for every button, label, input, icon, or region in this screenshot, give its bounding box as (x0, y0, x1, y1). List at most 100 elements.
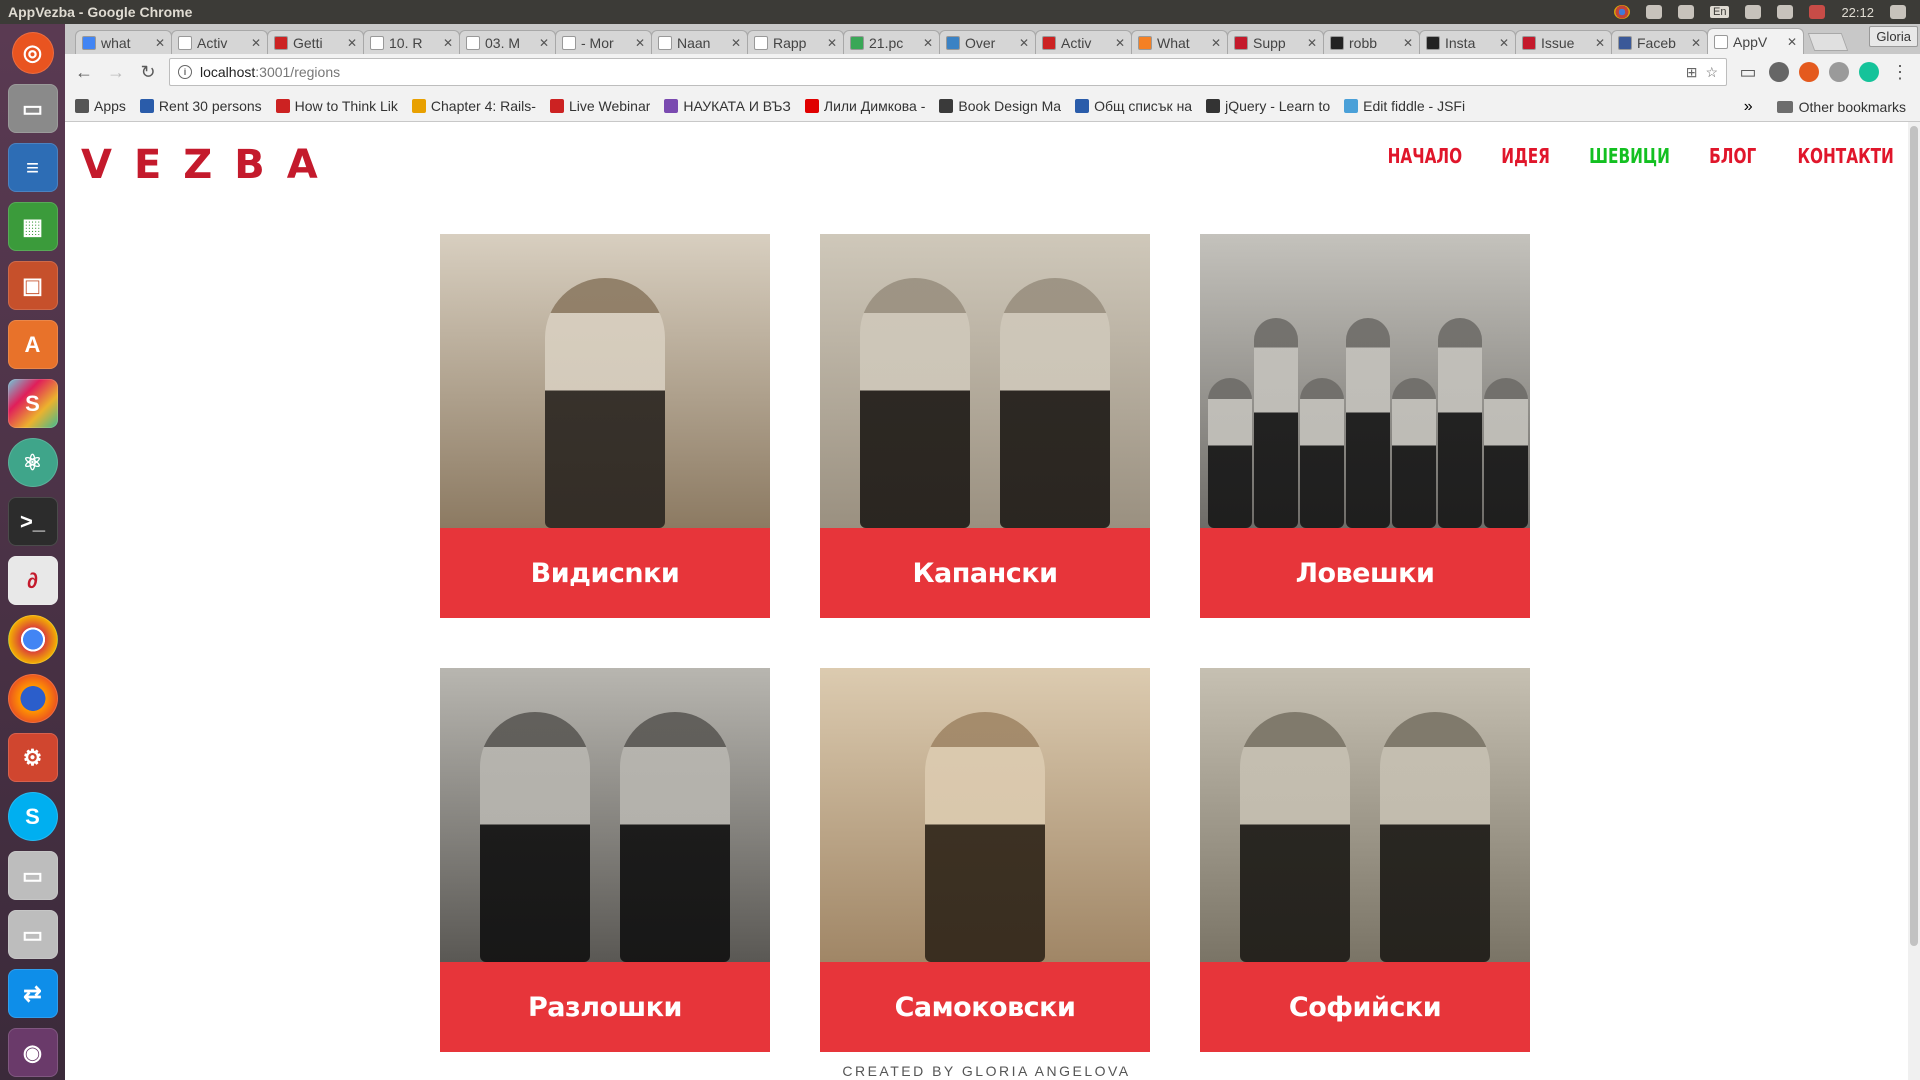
browser-tab[interactable]: Supp ✕ (1227, 30, 1324, 54)
address-bar[interactable]: i localhost:3001/regions ⊞ ☆ (169, 58, 1727, 86)
clock[interactable]: 22:12 (1841, 5, 1874, 20)
tab-close-icon[interactable]: ✕ (1691, 36, 1701, 50)
bookmark-item[interactable]: Live Webinar (549, 98, 650, 114)
nav-link[interactable]: НАЧАЛО (1388, 144, 1463, 168)
bookmark-item[interactable]: Apps (75, 98, 126, 114)
tab-close-icon[interactable]: ✕ (1595, 36, 1605, 50)
battery-icon[interactable] (1777, 5, 1794, 19)
tab-close-icon[interactable]: ✕ (1211, 36, 1221, 50)
tab-close-icon[interactable]: ✕ (1499, 36, 1509, 50)
tab-close-icon[interactable]: ✕ (1307, 36, 1317, 50)
scrollbar-thumb[interactable] (1910, 126, 1918, 946)
slack-icon[interactable]: S (7, 379, 58, 428)
other-bookmarks[interactable]: Other bookmarks (1799, 99, 1906, 115)
ubuntu-dash-icon[interactable]: ◎ (11, 32, 54, 74)
region-photo[interactable] (1200, 234, 1530, 528)
bluetooth-icon[interactable] (1745, 5, 1762, 19)
bookmark-item[interactable]: Общ списък на (1075, 98, 1192, 114)
bookmark-star-icon[interactable]: ☆ (1705, 64, 1718, 81)
keyboard-layout-indicator[interactable]: En (1709, 6, 1730, 18)
tab-close-icon[interactable]: ✕ (635, 36, 645, 50)
teamviewer-icon[interactable]: ⇄ (7, 969, 58, 1018)
tab-close-icon[interactable]: ✕ (827, 36, 837, 50)
reload-icon[interactable]: ↻ (137, 61, 159, 83)
browser-tab[interactable]: Activ ✕ (171, 30, 268, 54)
tab-close-icon[interactable]: ✕ (155, 36, 165, 50)
region-label[interactable]: Капански (820, 528, 1150, 618)
tab-close-icon[interactable]: ✕ (251, 36, 261, 50)
browser-tab[interactable]: Insta ✕ (1419, 30, 1516, 54)
region-photo[interactable] (440, 668, 770, 962)
tab-close-icon[interactable]: ✕ (347, 36, 357, 50)
menu-kebab-icon[interactable]: ⋮ (1889, 61, 1911, 83)
nav-link[interactable]: БЛОГ (1709, 144, 1756, 168)
region-photo[interactable] (1200, 668, 1530, 962)
nav-link[interactable]: КОНТАКТИ (1797, 144, 1893, 168)
extension-fire-icon[interactable] (1799, 62, 1819, 82)
drive-icon[interactable]: ▭ (7, 851, 58, 900)
bookmark-item[interactable]: Rent 30 persons (139, 98, 262, 114)
terminal-icon[interactable]: >_ (7, 497, 58, 546)
info-icon[interactable]: i (178, 65, 192, 79)
region-label[interactable]: Самоковски (820, 962, 1150, 1052)
browser-tab[interactable]: - Mor ✕ (555, 30, 652, 54)
region-card[interactable]: Ловешки (1200, 234, 1530, 618)
extension-globe-icon[interactable] (1829, 62, 1849, 82)
tab-close-icon[interactable]: ✕ (1115, 36, 1125, 50)
bookmarks-overflow-chevron-icon[interactable]: » (1744, 98, 1753, 116)
browser-tab[interactable]: AppV ✕ (1707, 28, 1804, 54)
back-arrow-icon[interactable]: ← (73, 61, 95, 83)
browser-tab[interactable]: Activ ✕ (1035, 30, 1132, 54)
system-settings-icon[interactable]: ⚙ (7, 733, 58, 782)
chrome-tray-icon[interactable] (1613, 5, 1630, 19)
extension-pen-icon[interactable] (1769, 62, 1789, 82)
region-photo[interactable] (820, 668, 1150, 962)
file-manager-icon[interactable]: ▭ (7, 84, 58, 133)
software-center-icon[interactable]: A (7, 320, 58, 369)
bookmark-item[interactable]: Book Design Ma (939, 98, 1061, 114)
bookmark-item[interactable]: НАУКАТА И ВЪЗ (664, 98, 791, 114)
region-label[interactable]: Разлошки (440, 962, 770, 1052)
mute-icon[interactable] (1809, 5, 1826, 19)
browser-tab[interactable]: Faceb ✕ (1611, 30, 1708, 54)
grammarly-icon[interactable] (1859, 62, 1879, 82)
evince-icon[interactable]: ∂ (7, 556, 58, 605)
browser-tab[interactable]: Issue ✕ (1515, 30, 1612, 54)
nav-link[interactable]: ИДЕЯ (1501, 144, 1550, 168)
tab-close-icon[interactable]: ✕ (923, 36, 933, 50)
profile-button[interactable]: Gloria (1869, 26, 1918, 47)
bookmark-item[interactable]: How to Think Lik (275, 98, 398, 114)
settings-tray-icon[interactable] (1645, 5, 1662, 19)
drive-icon-2[interactable]: ▭ (7, 910, 58, 959)
browser-tab[interactable]: Getti ✕ (267, 30, 364, 54)
browser-tab[interactable]: robb ✕ (1323, 30, 1420, 54)
calc-icon[interactable]: ▦ (7, 202, 58, 251)
page-scrollbar[interactable] (1908, 122, 1920, 1080)
browser-tab[interactable]: Over ✕ (939, 30, 1036, 54)
site-logo[interactable]: VEZBA (81, 142, 340, 188)
tab-close-icon[interactable]: ✕ (539, 36, 549, 50)
browser-tab[interactable]: Rapp ✕ (747, 30, 844, 54)
translate-icon[interactable]: ⊞ (1686, 64, 1698, 81)
power-gear-icon[interactable] (1890, 5, 1906, 19)
forward-arrow-icon[interactable]: → (105, 61, 127, 83)
region-photo[interactable] (820, 234, 1150, 528)
region-card[interactable]: Капански (820, 234, 1150, 618)
bookmark-item[interactable]: Chapter 4: Rails- (411, 98, 536, 114)
region-card[interactable]: Самоковски (820, 668, 1150, 1052)
bookmark-item[interactable]: Edit fiddle - JSFi (1344, 98, 1465, 114)
tab-close-icon[interactable]: ✕ (731, 36, 741, 50)
region-label[interactable]: Видисnки (440, 528, 770, 618)
browser-tab[interactable]: Naan ✕ (651, 30, 748, 54)
nav-link[interactable]: ШЕВИЦИ (1589, 144, 1670, 168)
browser-tab[interactable]: What ✕ (1131, 30, 1228, 54)
new-tab-button[interactable] (1807, 33, 1849, 51)
chrome-launcher-icon[interactable] (7, 615, 58, 664)
tab-close-icon[interactable]: ✕ (1019, 36, 1029, 50)
browser-tab[interactable]: what ✕ (75, 30, 172, 54)
browser-tab[interactable]: 03. M ✕ (459, 30, 556, 54)
writer-icon[interactable]: ≡ (7, 143, 58, 192)
region-label[interactable]: Софийски (1200, 962, 1530, 1052)
skype-icon[interactable]: S (7, 792, 58, 841)
tab-close-icon[interactable]: ✕ (1403, 36, 1413, 50)
